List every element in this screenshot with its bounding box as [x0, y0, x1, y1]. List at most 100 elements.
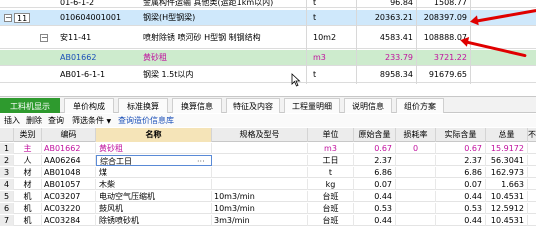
- cell-code[interactable]: AB01048: [42, 167, 96, 178]
- tab-pricing-scheme[interactable]: 组价方案: [396, 98, 444, 113]
- table-row[interactable]: AB01-6-1-1 钢梁 1.5t以内 t 8958.34 91679.65: [0, 67, 536, 83]
- header-name[interactable]: 名称: [96, 128, 212, 142]
- cell-total[interactable]: 10.4531: [486, 215, 528, 226]
- cell-actual-qty[interactable]: 0.44: [436, 215, 486, 226]
- cell-spec[interactable]: 10m3/min: [212, 191, 308, 202]
- table-row[interactable]: 1 主 AB01662 黄砂租 m3 0.67 0 0.67 15.9172: [0, 143, 536, 154]
- cell-code[interactable]: AB01057: [42, 179, 96, 190]
- tab-features-content[interactable]: 特征及内容: [226, 98, 280, 113]
- cell-category[interactable]: 主: [14, 143, 42, 154]
- tab-unit-price-composition[interactable]: 单价构成: [64, 98, 114, 113]
- more-options-icon[interactable]: ···: [197, 156, 205, 165]
- cell-code[interactable]: AC03220: [42, 203, 96, 214]
- cell-name[interactable]: 鼓风机: [96, 203, 212, 214]
- table-row-selected[interactable]: 11 − 010604001001 钢梁(H型钢梁) t 20363.21 20…: [0, 10, 536, 26]
- cell-loss-rate[interactable]: [396, 215, 436, 226]
- cell-original-qty[interactable]: 0.44: [354, 191, 396, 202]
- table-row[interactable]: AB01662 黄砂租 m3 233.79 3721.22: [0, 50, 536, 66]
- cell-actual-qty[interactable]: 0.07: [436, 179, 486, 190]
- cell-total[interactable]: 15.9172: [486, 143, 528, 154]
- cell-unit[interactable]: t: [308, 167, 354, 178]
- cell-category[interactable]: 材: [14, 167, 42, 178]
- header-truncated[interactable]: 不: [528, 128, 536, 142]
- cell-unit[interactable]: 台班: [308, 191, 354, 202]
- collapse-icon[interactable]: −: [4, 14, 12, 22]
- delete-button[interactable]: 删除: [26, 114, 42, 127]
- cell-loss-rate[interactable]: [396, 155, 436, 166]
- cell-category[interactable]: 机: [14, 215, 42, 226]
- cell-loss-rate[interactable]: [396, 203, 436, 214]
- table-row[interactable]: 5 机 AC03207 电动空气压缩机 10m3/min 台班 0.44 0.4…: [0, 191, 536, 202]
- cell-total[interactable]: 10.4531: [486, 191, 528, 202]
- cell-name[interactable]: 木柴: [96, 179, 212, 190]
- cell-code[interactable]: AA06264: [42, 155, 96, 166]
- cell-loss-rate[interactable]: [396, 191, 436, 202]
- header-actual-qty[interactable]: 实际含量: [436, 128, 486, 142]
- tab-description[interactable]: 说明信息: [344, 98, 392, 113]
- table-row-selected[interactable]: 2 人 AA06264 综合工日 ··· 工日 2.37 2.37 56.304…: [0, 155, 536, 166]
- collapse-icon[interactable]: −: [40, 34, 48, 42]
- tab-conversion-info[interactable]: 换算信息: [172, 98, 222, 113]
- cell-unit[interactable]: m3: [308, 143, 354, 154]
- cell-actual-qty[interactable]: 6.86: [436, 167, 486, 178]
- cell-original-qty[interactable]: 6.86: [354, 167, 396, 178]
- cell-total[interactable]: 12.5912: [486, 203, 528, 214]
- cell-category[interactable]: 人: [14, 155, 42, 166]
- cell-category[interactable]: 机: [14, 203, 42, 214]
- cell-name[interactable]: 电动空气压缩机: [96, 191, 212, 202]
- table-row[interactable]: 3 材 AB01048 煤 t 6.86 6.86 162.973: [0, 167, 536, 178]
- cell-spec[interactable]: 10m3/min: [212, 203, 308, 214]
- tab-quantity-details[interactable]: 工程量明细: [284, 98, 340, 113]
- cell-name[interactable]: 煤: [96, 167, 212, 178]
- cell-unit[interactable]: 台班: [308, 215, 354, 226]
- cell-original-qty[interactable]: 0.44: [354, 215, 396, 226]
- cell-total[interactable]: 162.973: [486, 167, 528, 178]
- header-spec[interactable]: 规格及型号: [212, 128, 308, 142]
- cell-spec[interactable]: [212, 167, 308, 178]
- cell-actual-qty[interactable]: 0.67: [436, 143, 486, 154]
- price-database-query-button[interactable]: 查询造价信息库: [118, 114, 174, 127]
- cell-spec[interactable]: [212, 155, 308, 166]
- header-total[interactable]: 总量: [486, 128, 528, 142]
- cell-spec[interactable]: 3m3/min: [212, 215, 308, 226]
- cell-original-qty[interactable]: 0.53: [354, 203, 396, 214]
- cell-unit[interactable]: kg: [308, 179, 354, 190]
- tab-standard-conversion[interactable]: 标准换算: [118, 98, 168, 113]
- cell-original-qty[interactable]: 0.67: [354, 143, 396, 154]
- insert-button[interactable]: 插入: [4, 114, 20, 127]
- cell-actual-qty[interactable]: 0.44: [436, 191, 486, 202]
- cell-name[interactable]: 黄砂租: [96, 143, 212, 154]
- table-row[interactable]: 01-6-1-2 金属构件运输 其他类(运距1km以内) t 96.84 150…: [0, 0, 536, 8]
- header-loss-rate[interactable]: 损耗率: [396, 128, 436, 142]
- cell-total[interactable]: 1.663: [486, 179, 528, 190]
- cell-unit[interactable]: 台班: [308, 203, 354, 214]
- cell-name-editor[interactable]: 综合工日 ···: [96, 155, 212, 166]
- query-button[interactable]: 查询: [48, 114, 64, 127]
- filter-dropdown[interactable]: 筛选条件 ▼: [72, 114, 111, 128]
- cell-original-qty[interactable]: 2.37: [354, 155, 396, 166]
- cell-spec[interactable]: [212, 179, 308, 190]
- table-row[interactable]: − 安11-41 喷射除锈 喷河砂 H型钢 制钢结构 10m2 4583.41 …: [0, 27, 536, 49]
- cell-loss-rate[interactable]: [396, 179, 436, 190]
- table-row[interactable]: 6 机 AC03220 鼓风机 10m3/min 台班 0.53 0.53 12…: [0, 203, 536, 214]
- header-unit[interactable]: 单位: [308, 128, 354, 142]
- cell-code[interactable]: AB01662: [42, 143, 96, 154]
- cell-category[interactable]: 材: [14, 179, 42, 190]
- cell-actual-qty[interactable]: 0.53: [436, 203, 486, 214]
- header-code[interactable]: 编码: [42, 128, 96, 142]
- cell-loss-rate[interactable]: [396, 167, 436, 178]
- cell-original-qty[interactable]: 0.07: [354, 179, 396, 190]
- header-original-qty[interactable]: 原始含量: [354, 128, 396, 142]
- cell-name[interactable]: 除锈喷砂机: [96, 215, 212, 226]
- cell-actual-qty[interactable]: 2.37: [436, 155, 486, 166]
- cell-category[interactable]: 机: [14, 191, 42, 202]
- cell-loss-rate[interactable]: 0: [396, 143, 436, 154]
- table-row[interactable]: 4 材 AB01057 木柴 kg 0.07 0.07 1.663: [0, 179, 536, 190]
- tab-labor-material-machine[interactable]: 工料机显示: [0, 98, 60, 113]
- table-row[interactable]: 7 机 AC03284 除锈喷砂机 3m3/min 台班 0.44 0.44 1…: [0, 215, 536, 226]
- cell-spec[interactable]: [212, 143, 308, 154]
- header-category[interactable]: 类别: [14, 128, 42, 142]
- cell-total[interactable]: 56.3041: [486, 155, 528, 166]
- cell-unit[interactable]: 工日: [308, 155, 354, 166]
- cell-code[interactable]: AC03207: [42, 191, 96, 202]
